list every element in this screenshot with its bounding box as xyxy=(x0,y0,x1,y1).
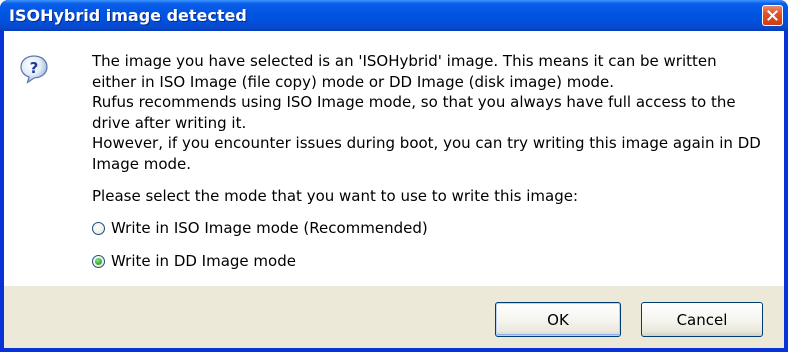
message-line: The image you have selected is an 'ISOHy… xyxy=(92,52,717,91)
message-line: Rufus recommends using ISO Image mode, s… xyxy=(92,93,736,132)
dd-mode-radio[interactable] xyxy=(92,254,105,268)
cancel-button[interactable]: Cancel xyxy=(641,302,763,337)
iso-mode-option[interactable]: Write in ISO Image mode (Recommended) xyxy=(92,218,428,238)
message-line: However, if you encounter issues during … xyxy=(92,134,761,173)
title-bar[interactable]: ISOHybrid image detected xyxy=(0,0,788,31)
close-icon xyxy=(767,10,778,21)
iso-mode-radio[interactable] xyxy=(92,221,105,235)
question-icon: ? xyxy=(20,55,48,84)
dialog-message: The image you have selected is an 'ISOHy… xyxy=(92,51,764,175)
dd-mode-option[interactable]: Write in DD Image mode xyxy=(92,251,296,271)
dialog-client-area: ? The image you have selected is an 'ISO… xyxy=(4,31,784,348)
mode-prompt: Please select the mode that you want to … xyxy=(92,187,579,205)
dialog-window: ISOHybrid image detected ? The image you… xyxy=(0,0,788,352)
dialog-content: ? The image you have selected is an 'ISO… xyxy=(4,31,784,286)
iso-mode-label[interactable]: Write in ISO Image mode (Recommended) xyxy=(111,219,428,237)
svg-text:?: ? xyxy=(30,59,39,77)
window-title: ISOHybrid image detected xyxy=(9,6,247,25)
dd-mode-label[interactable]: Write in DD Image mode xyxy=(111,252,296,270)
close-button[interactable] xyxy=(762,5,783,26)
ok-button[interactable]: OK xyxy=(495,302,621,337)
